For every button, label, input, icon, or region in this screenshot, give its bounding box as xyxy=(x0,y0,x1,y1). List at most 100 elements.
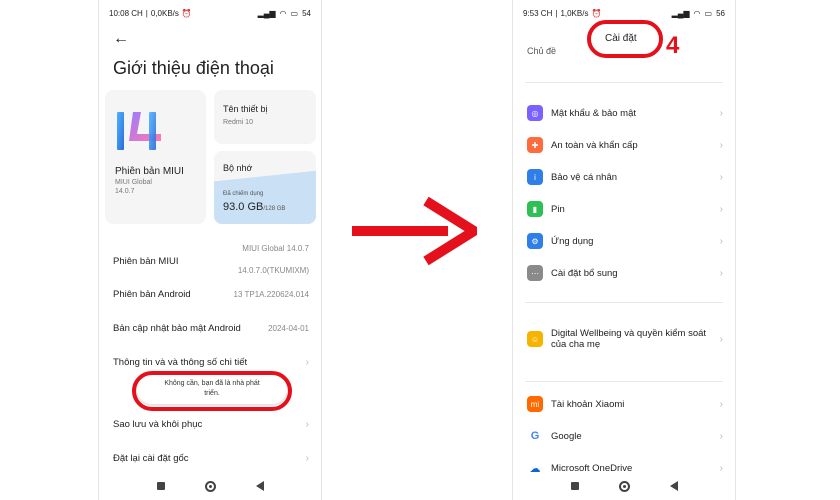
xiaomi-icon: mi xyxy=(527,396,543,412)
highlight-oval-toast xyxy=(132,371,292,411)
settings-item-label: An toàn và khẩn cấp xyxy=(551,139,638,151)
row-label: Đặt lại cài đặt gốc xyxy=(113,453,189,464)
status-time: 10:08 CH xyxy=(109,8,143,18)
home-icon[interactable] xyxy=(204,480,216,492)
nav-bar xyxy=(99,472,321,500)
divider xyxy=(525,82,723,83)
status-speed: 0,0KB/s xyxy=(150,8,179,18)
transition-arrow-icon xyxy=(352,196,477,266)
row-value: 13 TP1A.220624.014 xyxy=(233,290,309,299)
settings-item-label: Pin xyxy=(551,203,565,215)
more-icon: ⋯ xyxy=(527,265,543,281)
wifi-icon: ◠ xyxy=(693,8,701,18)
divider xyxy=(525,302,723,303)
privacy-icon: i xyxy=(527,169,543,185)
row-label: Sao lưu và khôi phục xyxy=(113,419,203,430)
chevron-right-icon: › xyxy=(719,171,723,183)
miui-card-line2: 14.0.7 xyxy=(115,188,135,195)
chevron-right-icon: › xyxy=(719,235,723,247)
chevron-right-icon: › xyxy=(305,419,309,430)
chevron-right-icon: › xyxy=(719,107,723,119)
battery-level: 56 xyxy=(716,8,725,18)
settings-item-privacy[interactable]: i Bảo vệ cá nhân › xyxy=(527,166,723,188)
miui-version-card[interactable]: Phiên bản MIUI MIUI Global 14.0.7 xyxy=(105,90,206,224)
miui-card-title: Phiên bản MIUI xyxy=(115,166,184,177)
status-bar: 10:08 CH | 0,0KB/s ⏰ ▂▄▆ ◠ ▭ 54 xyxy=(109,8,311,18)
settings-item-label: Ứng dụng xyxy=(551,235,594,247)
back-icon[interactable] xyxy=(255,481,264,491)
storage-usage-fill xyxy=(214,170,316,224)
status-time: 9:53 CH xyxy=(523,8,553,18)
chevron-right-icon: › xyxy=(719,203,723,215)
chevron-right-icon: › xyxy=(305,453,309,464)
storage-card[interactable]: Bộ nhớ Đã chiếm dụng 93.0 GB/128 GB xyxy=(214,151,316,224)
status-speed: 1,0KB/s xyxy=(560,8,589,18)
storage-used-label: Đã chiếm dụng xyxy=(223,191,264,197)
battery-icon: ▭ xyxy=(290,8,299,18)
row-label: Thông tin và và thông số chi tiết xyxy=(113,357,248,368)
settings-item-label: Tài khoản Xiaomi xyxy=(551,398,625,410)
device-card-value: Redmi 10 xyxy=(223,119,253,126)
miui-14-logo-icon xyxy=(117,112,161,150)
alarm-icon: ⏰ xyxy=(181,8,192,18)
settings-item-label: Google xyxy=(551,430,582,442)
settings-item-label: Cài đặt bổ sung xyxy=(551,267,618,279)
device-name-card[interactable]: Tên thiết bị Redmi 10 xyxy=(214,90,316,144)
nav-bar xyxy=(513,472,735,500)
settings-item-label: Bảo vệ cá nhân xyxy=(551,171,618,183)
settings-item-lock[interactable]: ◎ Mật khẩu & bảo mật › xyxy=(527,102,723,124)
row-label: Phiên bản Android xyxy=(113,289,191,300)
row-miui-version[interactable]: Phiên bản MIUI MIUI Global 14.0.7 14.0.7… xyxy=(113,244,309,282)
battery-icon: ▮ xyxy=(527,201,543,217)
row-label: Bản cập nhật bảo mật Android xyxy=(113,323,241,334)
settings-item-battery[interactable]: ▮ Pin › xyxy=(527,198,723,220)
row-backup-restore[interactable]: Sao lưu và khôi phục › xyxy=(113,419,309,433)
settings-item-more[interactable]: ⋯ Cài đặt bổ sung › xyxy=(527,262,723,284)
battery-icon: ▭ xyxy=(704,8,713,18)
chevron-right-icon: › xyxy=(719,430,723,442)
signal-icon: ▂▄▆ xyxy=(671,8,690,18)
row-android-version[interactable]: Phiên bản Android 13 TP1A.220624.014 xyxy=(113,289,309,303)
highlight-oval-settings-title xyxy=(587,20,663,58)
chevron-right-icon: › xyxy=(719,267,723,279)
back-arrow-icon[interactable]: ← xyxy=(113,30,129,48)
page-title: Giới thiệu điện thoại xyxy=(113,58,274,78)
divider xyxy=(525,381,723,382)
step-number: 4 xyxy=(666,32,680,59)
apps-icon: ⚙ xyxy=(527,233,543,249)
row-value: MIUI Global 14.0.7 xyxy=(242,244,309,253)
back-icon[interactable] xyxy=(669,481,678,491)
google-icon: G xyxy=(527,428,543,444)
settings-item-xiaomi[interactable]: mi Tài khoản Xiaomi › xyxy=(527,393,723,415)
right-phone-screen: 9:53 CH | 1,0KB/s ⏰ ▂▄▆ ◠ ▭ 56 Chủ đề Cà… xyxy=(512,0,736,500)
lock-icon: ◎ xyxy=(527,105,543,121)
chevron-right-icon: › xyxy=(719,139,723,151)
settings-item-theme-partial[interactable]: Chủ đề xyxy=(527,46,556,56)
home-icon[interactable] xyxy=(618,480,630,492)
row-security-patch[interactable]: Bản cập nhật bảo mật Android 2024-04-01 xyxy=(113,323,309,337)
wellbeing-icon: ☺ xyxy=(527,331,543,347)
recents-icon[interactable] xyxy=(570,482,579,490)
chevron-right-icon: › xyxy=(719,398,723,410)
alarm-icon: ⏰ xyxy=(591,8,602,18)
device-card-title: Tên thiết bị xyxy=(223,104,268,114)
settings-item-google[interactable]: G Google › xyxy=(527,425,723,447)
row-label: Phiên bản MIUI xyxy=(113,256,179,267)
chevron-right-icon: › xyxy=(719,333,723,345)
row-value-2: 14.0.7.0(TKUMIXM) xyxy=(237,266,309,275)
settings-item-wellbeing[interactable]: ☺ Digital Wellbeing và quyền kiểm soát củ… xyxy=(527,322,723,356)
recents-icon[interactable] xyxy=(156,482,165,490)
row-factory-reset[interactable]: Đặt lại cài đặt gốc › xyxy=(113,453,309,467)
left-phone-screen: 10:08 CH | 0,0KB/s ⏰ ▂▄▆ ◠ ▭ 54 ← Giới t… xyxy=(98,0,322,500)
storage-used-value: 93.0 GB/128 GB xyxy=(223,201,286,213)
settings-item-emergency[interactable]: ✚ An toàn và khẩn cấp › xyxy=(527,134,723,156)
signal-icon: ▂▄▆ xyxy=(257,8,276,18)
settings-item-apps[interactable]: ⚙ Ứng dụng › xyxy=(527,230,723,252)
row-detailed-specs[interactable]: Thông tin và và thông số chi tiết › xyxy=(113,357,309,371)
storage-total: /128 GB xyxy=(263,206,286,212)
settings-item-label: Mật khẩu & bảo mật xyxy=(551,107,637,119)
miui-card-line1: MIUI Global xyxy=(115,179,152,186)
storage-card-title: Bộ nhớ xyxy=(223,163,253,173)
battery-level: 54 xyxy=(302,8,311,18)
wifi-icon: ◠ xyxy=(279,8,287,18)
